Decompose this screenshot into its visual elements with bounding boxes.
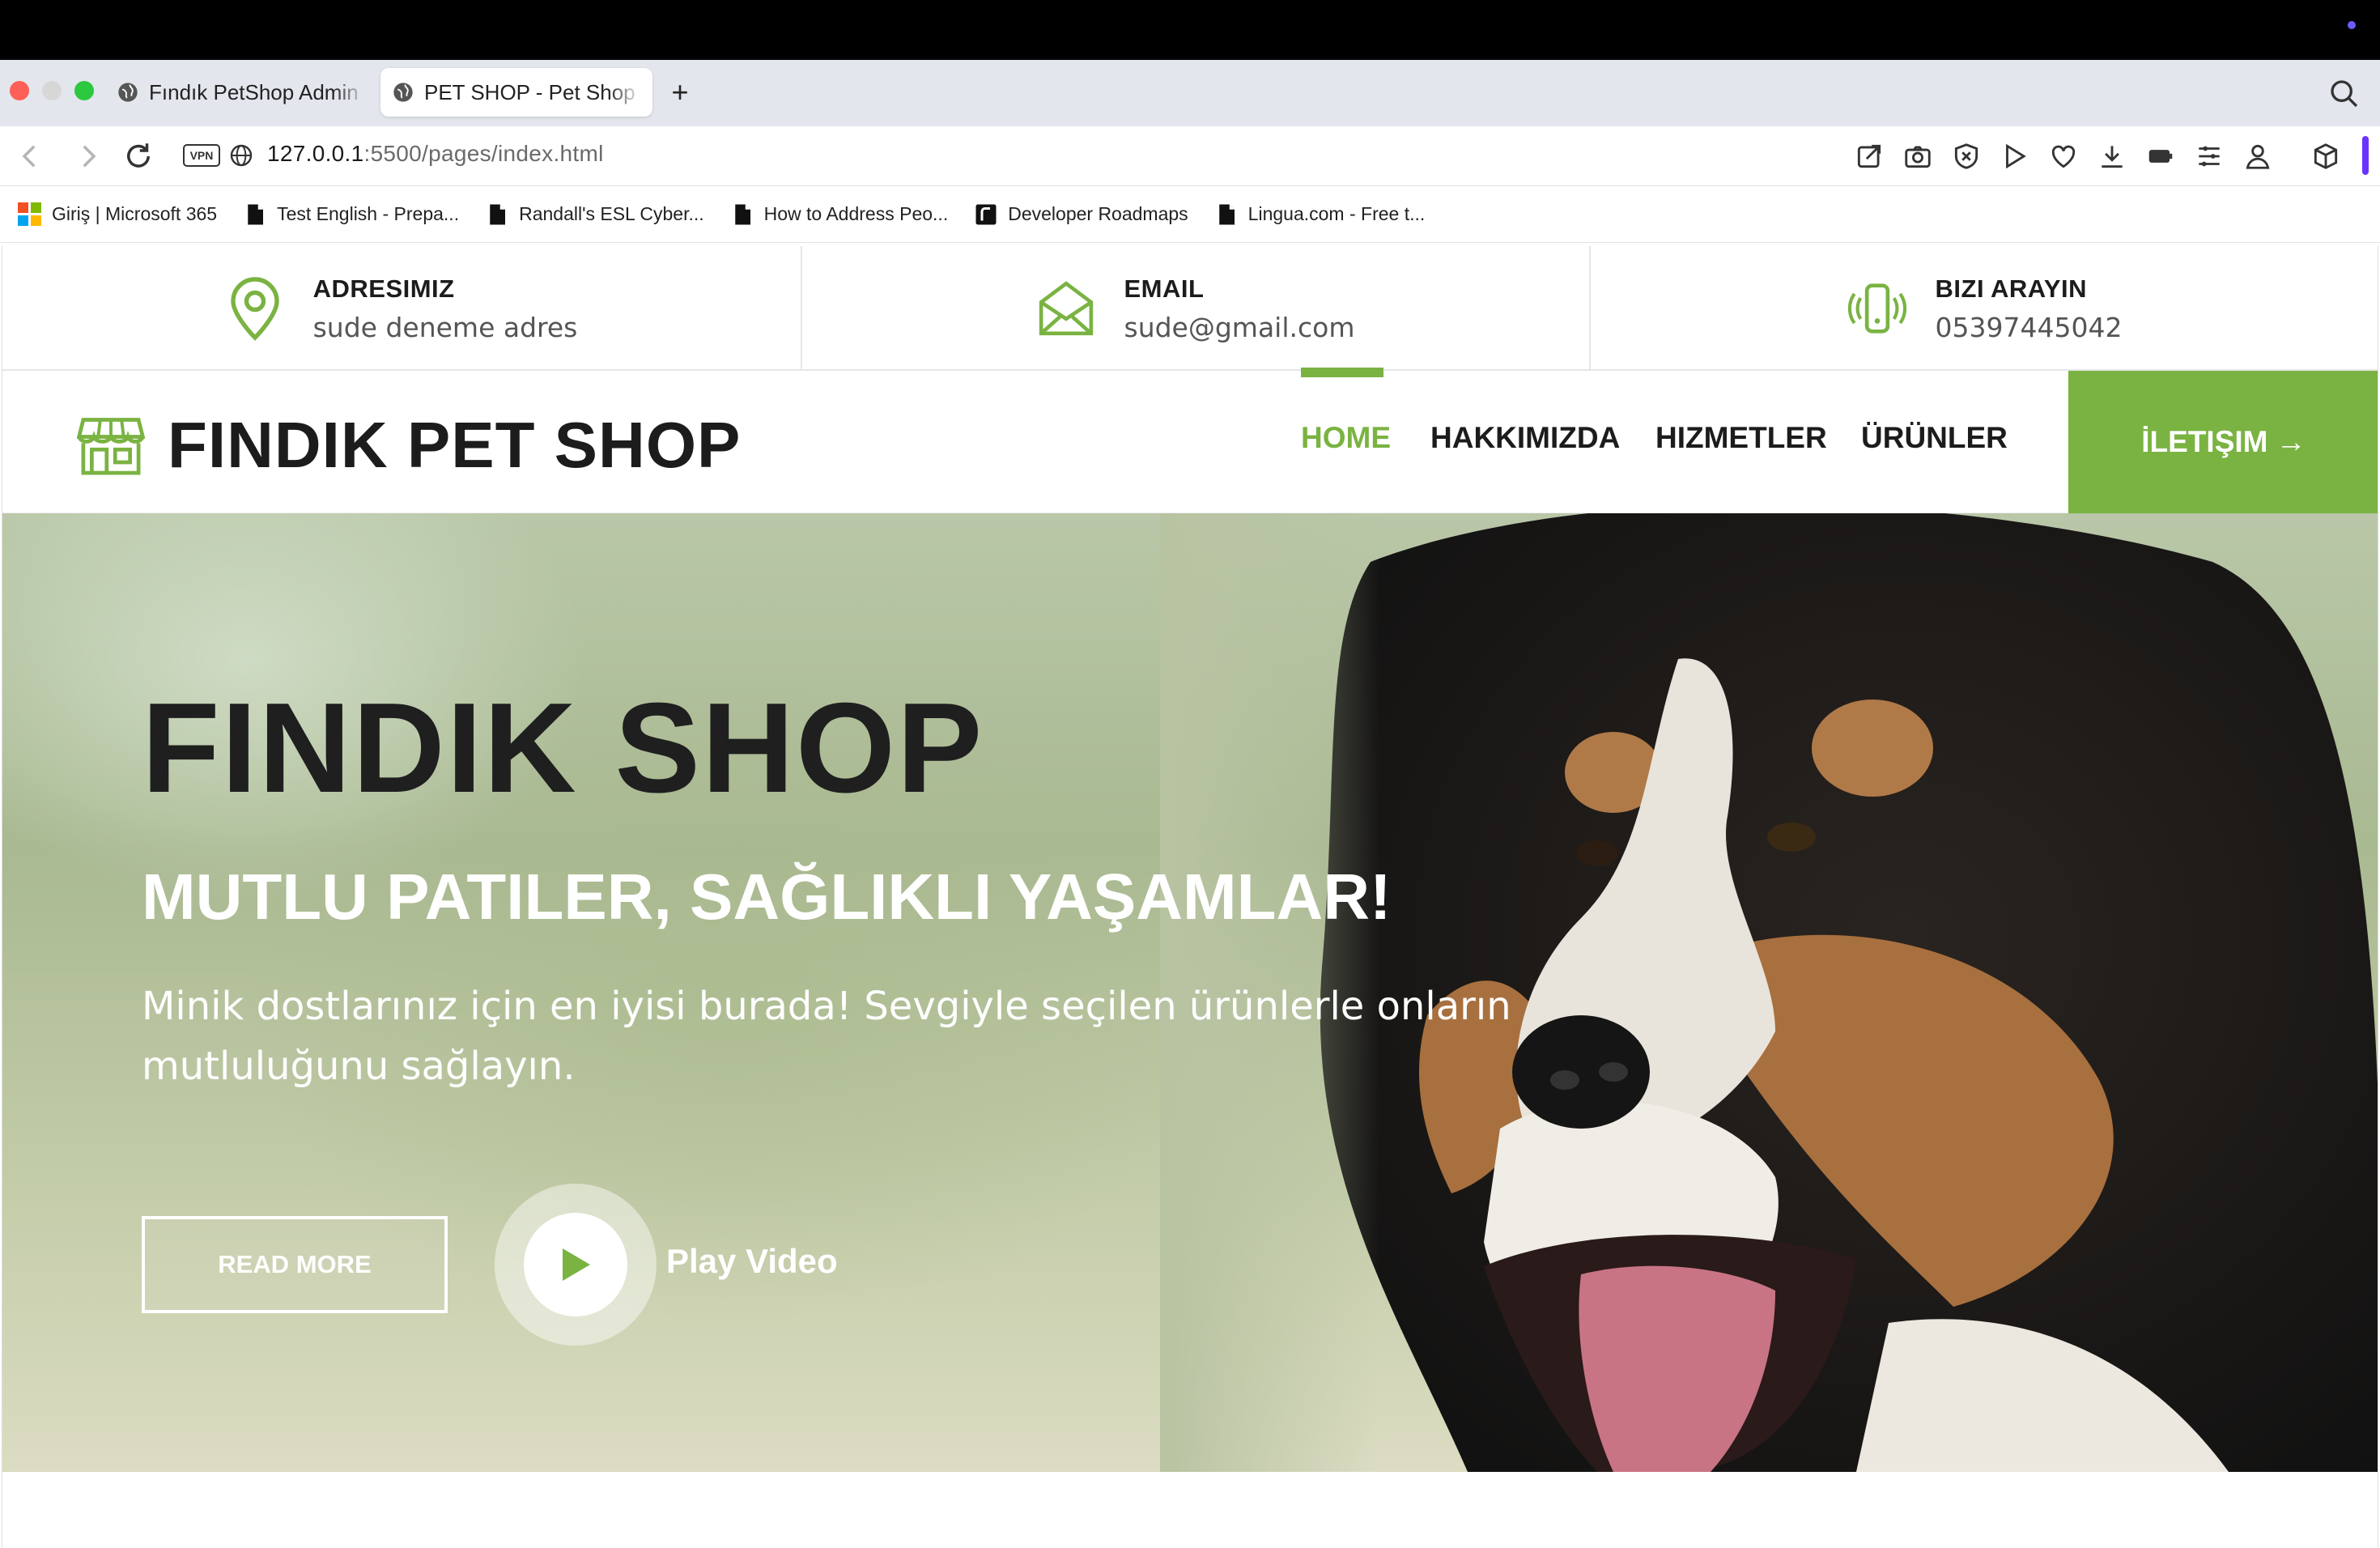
bookmark-label: Randall's ESL Cyber... [519,203,704,224]
contact-cta-button[interactable]: İLETIŞIM → [2068,371,2378,513]
system-menu-bar [0,0,2380,60]
url-field[interactable]: 127.0.0.1:5500/pages/index.html [267,141,604,167]
nav-urunler[interactable]: ÜRÜNLER [1861,421,2008,455]
hero-subtitle: MUTLU PATILER, SAĞLIKLI YAŞAMLAR! [142,861,1392,933]
bookmark-developer-roadmaps[interactable]: Developer Roadmaps [974,202,1188,227]
heart-icon[interactable] [2048,141,2079,172]
url-path: :5500/pages/index.html [363,141,604,166]
tab-label: PET SHOP - Pet Shop W [424,79,641,104]
window-zoom-button[interactable] [74,81,94,100]
document-icon [248,204,264,224]
contact-phone: BIZI ARAYIN 05397445042 [1591,246,2378,371]
tab-label: Fındık PetShop Admin Pa [149,79,366,104]
document-icon [1218,204,1235,224]
new-tab-button[interactable]: + [662,74,698,110]
active-nav-indicator [1301,368,1383,377]
status-dot [2348,21,2356,29]
window-close-button[interactable] [10,81,29,100]
contact-title: BIZI ARAYIN [1935,274,2088,303]
hero-title: FINDIK SHOP [142,677,984,819]
battery-icon[interactable] [2145,141,2176,172]
browser-tab-petshop[interactable]: PET SHOP - Pet Shop W [380,68,652,117]
site-info-icon[interactable] [228,142,254,168]
bookmark-lingua[interactable]: Lingua.com - Free t... [1214,202,1426,227]
envelope-icon [1039,281,1093,336]
address-bar-row: VPN 127.0.0.1:5500/pages/index.html [0,126,2380,186]
contact-title: ADRESIMIZ [312,274,455,303]
bookmark-randalls[interactable]: Randall's ESL Cyber... [485,202,704,227]
play-video-label[interactable]: Play Video [666,1242,838,1281]
bookmark-test-english[interactable]: Test English - Prepa... [243,202,459,227]
bookmark-label: Developer Roadmaps [1008,203,1188,224]
roadmap-icon [975,204,997,224]
document-icon [734,204,750,224]
contact-value: sude@gmail.com [1124,311,1355,343]
share-icon[interactable] [1854,141,1885,172]
globe-icon [118,83,138,102]
window-minimize-button[interactable] [42,81,62,100]
microsoft-icon [18,202,42,227]
nav-home[interactable]: HOME [1301,421,1391,455]
bookmark-how-to-address[interactable]: How to Address Peo... [730,202,949,227]
contact-value: 05397445042 [1935,311,2123,343]
back-icon[interactable] [13,139,47,173]
bookmark-label: Test English - Prepa... [277,203,460,224]
contact-address: ADRESIMIZ sude deneme adres [2,246,802,371]
contact-title: EMAIL [1124,274,1205,303]
document-icon [490,204,506,224]
bookmark-label: Lingua.com - Free t... [1247,203,1426,224]
download-icon[interactable] [2097,141,2127,172]
play-video-button[interactable] [495,1184,657,1346]
bookmark-microsoft365[interactable]: Giriş | Microsoft 365 [18,202,217,227]
brand-name: FINDIK PET SHOP [168,409,742,481]
profile-icon[interactable] [2242,141,2273,172]
contact-info-bar: ADRESIMIZ sude deneme adres EMAIL sude@g… [2,246,2378,371]
reload-icon[interactable] [121,139,155,173]
menu-icon[interactable] [2194,141,2225,172]
sidebar-toggle[interactable] [2362,136,2369,175]
shield-icon[interactable] [1951,141,1982,172]
vpn-badge[interactable]: VPN [183,144,220,167]
read-more-button[interactable]: READ MORE [142,1216,448,1313]
play-icon [563,1248,590,1281]
bookmark-label: How to Address Peo... [763,203,949,224]
contact-value: sude deneme adres [312,311,578,343]
brand-logo[interactable]: FINDIK PET SHOP [77,408,741,483]
nav-hakkimizda[interactable]: HAKKIMIZDA [1430,421,1620,455]
web-page: ADRESIMIZ sude deneme adres EMAIL sude@g… [2,246,2378,1548]
camera-icon[interactable] [1902,141,1933,172]
url-host: 127.0.0.1 [267,141,364,166]
browser-tab-admin[interactable]: Fındık PetShop Admin Pa [105,68,377,117]
store-icon [77,418,145,475]
bookmark-label: Giriş | Microsoft 365 [52,203,218,224]
browser-tab-strip: Fındık PetShop Admin Pa PET SHOP - Pet S… [0,60,2380,126]
globe-icon [393,83,413,102]
hero-section: FINDIK SHOP MUTLU PATILER, SAĞLIKLI YAŞA… [2,513,2378,1472]
map-pin-icon [230,277,279,341]
site-navbar: FINDIK PET SHOP HOME HAKKIMIZDA HIZMETLE… [2,368,2378,513]
forward-icon[interactable] [71,139,105,173]
nav-hizmetler[interactable]: HIZMETLER [1655,421,1827,455]
hero-description: Minik dostlarınız için en iyisi burada! … [142,984,1511,1089]
extensions-icon[interactable] [2310,141,2341,172]
search-icon[interactable] [2328,78,2361,110]
contact-email: EMAIL sude@gmail.com [802,246,1591,371]
play-icon[interactable] [2000,141,2030,172]
bookmarks-bar: Giriş | Microsoft 365 Test English - Pre… [0,186,2380,243]
play-button-circle[interactable] [524,1213,627,1316]
phone-vibrate-icon [1847,283,1906,334]
